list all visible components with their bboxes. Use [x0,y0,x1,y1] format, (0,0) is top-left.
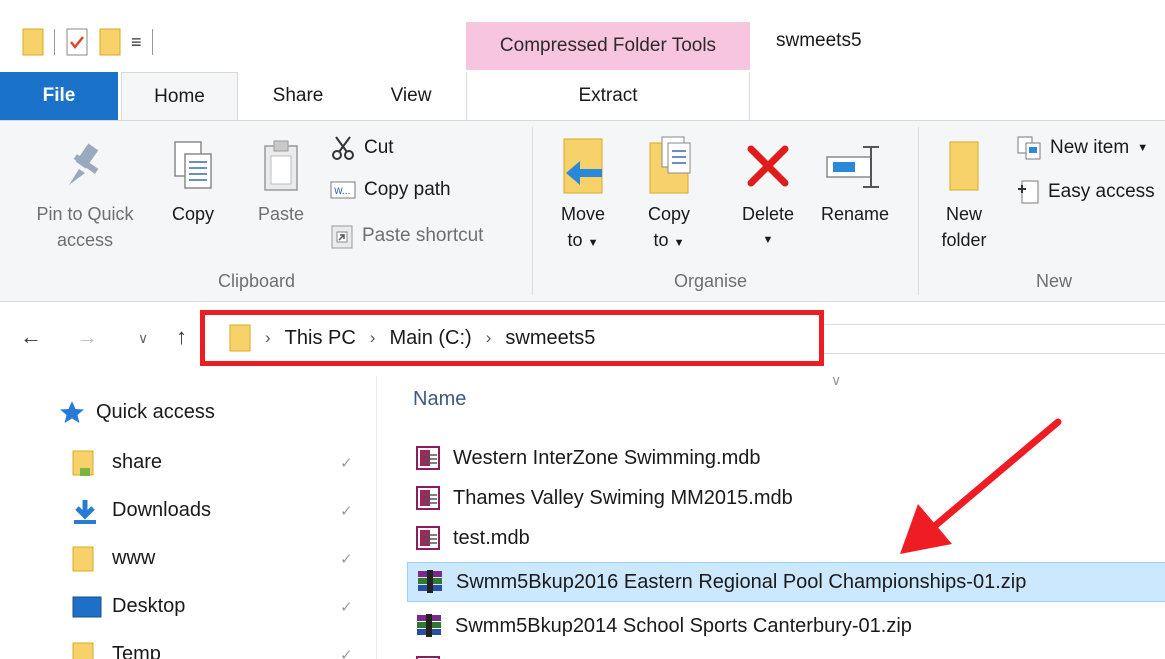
file-row[interactable]: Swmm5Bkup2014 School Sports Canterbury-0… [407,606,1165,646]
toolbar-divider [151,29,153,55]
star-icon [58,400,86,424]
easy-access-icon [1016,179,1040,205]
copy-button[interactable]: Copy [158,131,228,227]
chevron-down-icon: ▼ [1137,142,1149,154]
easy-access-button[interactable]: Easy access [1016,179,1155,205]
new-folder-icon [946,131,982,201]
properties-icon[interactable] [65,27,89,57]
copy-to-icon [644,131,694,201]
chevron-right-icon[interactable]: › [486,328,492,348]
chevron-right-icon[interactable]: › [370,328,376,348]
recent-locations-chevron-icon[interactable]: ∨ [138,330,148,347]
customize-toolbar-icon[interactable]: ≡ [131,32,142,53]
move-to-button[interactable]: Move to ▼ [548,131,618,256]
paste-shortcut-icon [330,223,354,249]
navigation-pane: Quick access share ✓ Downloads ✓ www ✓ D… [0,376,376,659]
clipboard-group-label: Clipboard [218,271,296,291]
group-divider [918,127,919,295]
chevron-down-icon: ▼ [587,237,599,249]
new-item-icon [1016,135,1042,161]
mdb-file-icon [415,485,441,511]
address-bar[interactable]: › This PC › Main (C:) › swmeets5 [200,310,824,366]
delete-button[interactable]: Delete ▼ [730,131,806,253]
forward-arrow-icon[interactable]: → [76,324,98,350]
paste-button[interactable]: Paste [246,131,316,227]
scissors-icon [330,135,356,161]
folder-icon [72,450,94,478]
nav-item-share[interactable]: share ✓ [0,438,376,486]
up-arrow-icon[interactable]: ↑ [176,324,187,350]
mdb-file-icon [415,655,441,659]
cut-button[interactable]: Cut [330,135,394,161]
desktop-icon [72,594,102,620]
nav-item-desktop[interactable]: Desktop ✓ [0,582,376,630]
title-bar: ≡ Compressed Folder Tools swmeets5 [0,0,1165,72]
chevron-down-icon: ▼ [762,234,774,246]
address-bar-remainder[interactable] [824,324,1165,354]
new-group-label: New [1036,271,1073,291]
annotation-arrow-icon [890,412,1070,562]
folder-icon [72,546,94,574]
chevron-right-icon[interactable]: › [265,328,271,348]
clipboard-icon [261,131,301,201]
quick-access-toolbar: ≡ [22,24,153,60]
new-folder-button[interactable]: New folder [928,131,1000,253]
folder-icon [229,323,251,353]
nav-item-downloads[interactable]: Downloads ✓ [0,486,376,534]
tab-view[interactable]: View [360,72,462,120]
breadcrumb-main-drive[interactable]: Main (C:) [389,327,471,350]
quick-access-item[interactable]: Quick access [58,400,215,424]
tab-home[interactable]: Home [121,72,238,121]
file-row[interactable] [407,648,1165,659]
ribbon: Pin to Quick access Copy Paste Cut W... … [0,120,1165,302]
sort-chevron-icon[interactable]: ∨ [831,372,841,389]
pin-icon [63,131,107,201]
zip-archive-icon [416,569,444,595]
folder-icon [72,642,94,659]
mdb-file-icon [415,445,441,471]
toolbar-divider [54,29,55,55]
ribbon-tabs: File Home Share View Extract [0,72,1165,121]
navigation-bar: ← → ∨ ↑ › This PC › Main (C:) › swmeets5 [0,302,1165,376]
chevron-down-icon: ▼ [673,237,685,249]
rename-button[interactable]: Rename [812,131,898,227]
svg-text:W...: W... [334,187,350,197]
folder-icon[interactable] [22,27,44,57]
move-to-icon [558,131,608,201]
pin-icon[interactable]: ✓ [340,598,353,616]
tab-file[interactable]: File [0,72,118,120]
rename-icon [825,131,885,201]
column-header-name[interactable]: Name [413,388,466,411]
pin-to-quick-access-button[interactable]: Pin to Quick access [20,131,150,253]
download-icon [72,498,98,526]
file-row-selected[interactable]: Swmm5Bkup2016 Eastern Regional Pool Cham… [407,562,1165,602]
new-folder-icon[interactable] [99,27,121,57]
copy-path-button[interactable]: W... Copy path [330,179,451,201]
new-item-button[interactable]: New item ▼ [1016,135,1148,161]
copy-path-icon: W... [330,180,356,200]
breadcrumb-this-pc[interactable]: This PC [285,327,356,350]
nav-item-www[interactable]: www ✓ [0,534,376,582]
tab-share[interactable]: Share [246,72,350,120]
copy-icon [171,131,215,201]
pin-icon[interactable]: ✓ [340,454,353,472]
breadcrumb-swmeets5[interactable]: swmeets5 [505,327,595,350]
back-arrow-icon[interactable]: ← [20,324,42,350]
pin-icon[interactable]: ✓ [340,550,353,568]
organise-group-label: Organise [674,271,748,291]
zip-archive-icon [415,613,443,639]
window-title: swmeets5 [776,30,862,51]
pin-icon[interactable]: ✓ [340,646,353,659]
mdb-file-icon [415,525,441,551]
copy-to-button[interactable]: Copy to ▼ [634,131,704,256]
group-divider [532,127,533,295]
pin-icon[interactable]: ✓ [340,502,353,520]
contextual-tab-header: Compressed Folder Tools [466,22,750,70]
delete-x-icon [743,131,793,201]
tab-extract[interactable]: Extract [466,72,750,120]
paste-shortcut-button[interactable]: Paste shortcut [330,223,483,249]
nav-item-temp[interactable]: Temp ✓ [0,630,376,659]
